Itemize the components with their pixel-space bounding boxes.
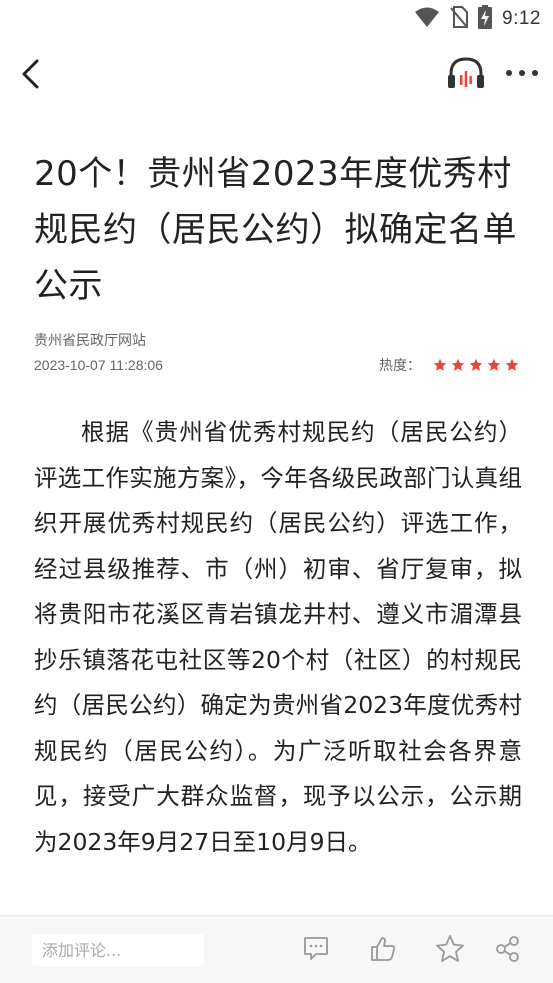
heat-star-icon: [433, 358, 447, 371]
article-title: 20个！贵州省2023年度优秀村规民约（居民公约）拟确定名单公示: [34, 154, 517, 306]
like-button[interactable]: [367, 933, 399, 965]
status-icons: 9:12: [414, 5, 541, 33]
article-body: 根据《贵州省优秀村规民约（居民公约）评选工作实施方案》，今年各级民政部门认真组织…: [34, 418, 522, 856]
share-icon: [496, 936, 519, 962]
heat-star-icon: [505, 358, 519, 371]
share-button[interactable]: [492, 933, 524, 965]
nav-bar: [0, 38, 553, 110]
heat-rating: 热度：: [379, 355, 519, 375]
back-button[interactable]: [14, 54, 48, 94]
heat-star-icon: [469, 358, 483, 371]
battery-charging-icon: [478, 5, 493, 33]
status-time: 9:12: [502, 8, 541, 29]
heat-label: 热度：: [379, 358, 421, 374]
article-source: 贵州省民政厅网站: [34, 333, 146, 349]
star-icon: [436, 935, 464, 962]
article-publish-time: 2023-10-07 11:28:06: [34, 357, 163, 373]
heat-star-icon: [487, 358, 501, 371]
status-bar: 9:12: [0, 0, 553, 38]
thumbs-up-icon: [371, 937, 396, 961]
comment-button[interactable]: [300, 933, 332, 965]
back-arrow-icon: [22, 59, 39, 89]
headphones-icon: [448, 57, 484, 88]
no-sim-icon: [450, 6, 469, 32]
comment-icon: [304, 937, 328, 960]
comment-input[interactable]: [32, 934, 204, 966]
bottom-action-bar: [0, 915, 553, 983]
listen-button[interactable]: [444, 52, 488, 94]
wifi-icon: [414, 6, 440, 32]
heat-stars: [433, 358, 519, 372]
favorite-button[interactable]: [434, 933, 466, 965]
heat-star-icon: [451, 358, 465, 371]
more-icon: [506, 70, 538, 76]
more-button[interactable]: [502, 56, 542, 90]
